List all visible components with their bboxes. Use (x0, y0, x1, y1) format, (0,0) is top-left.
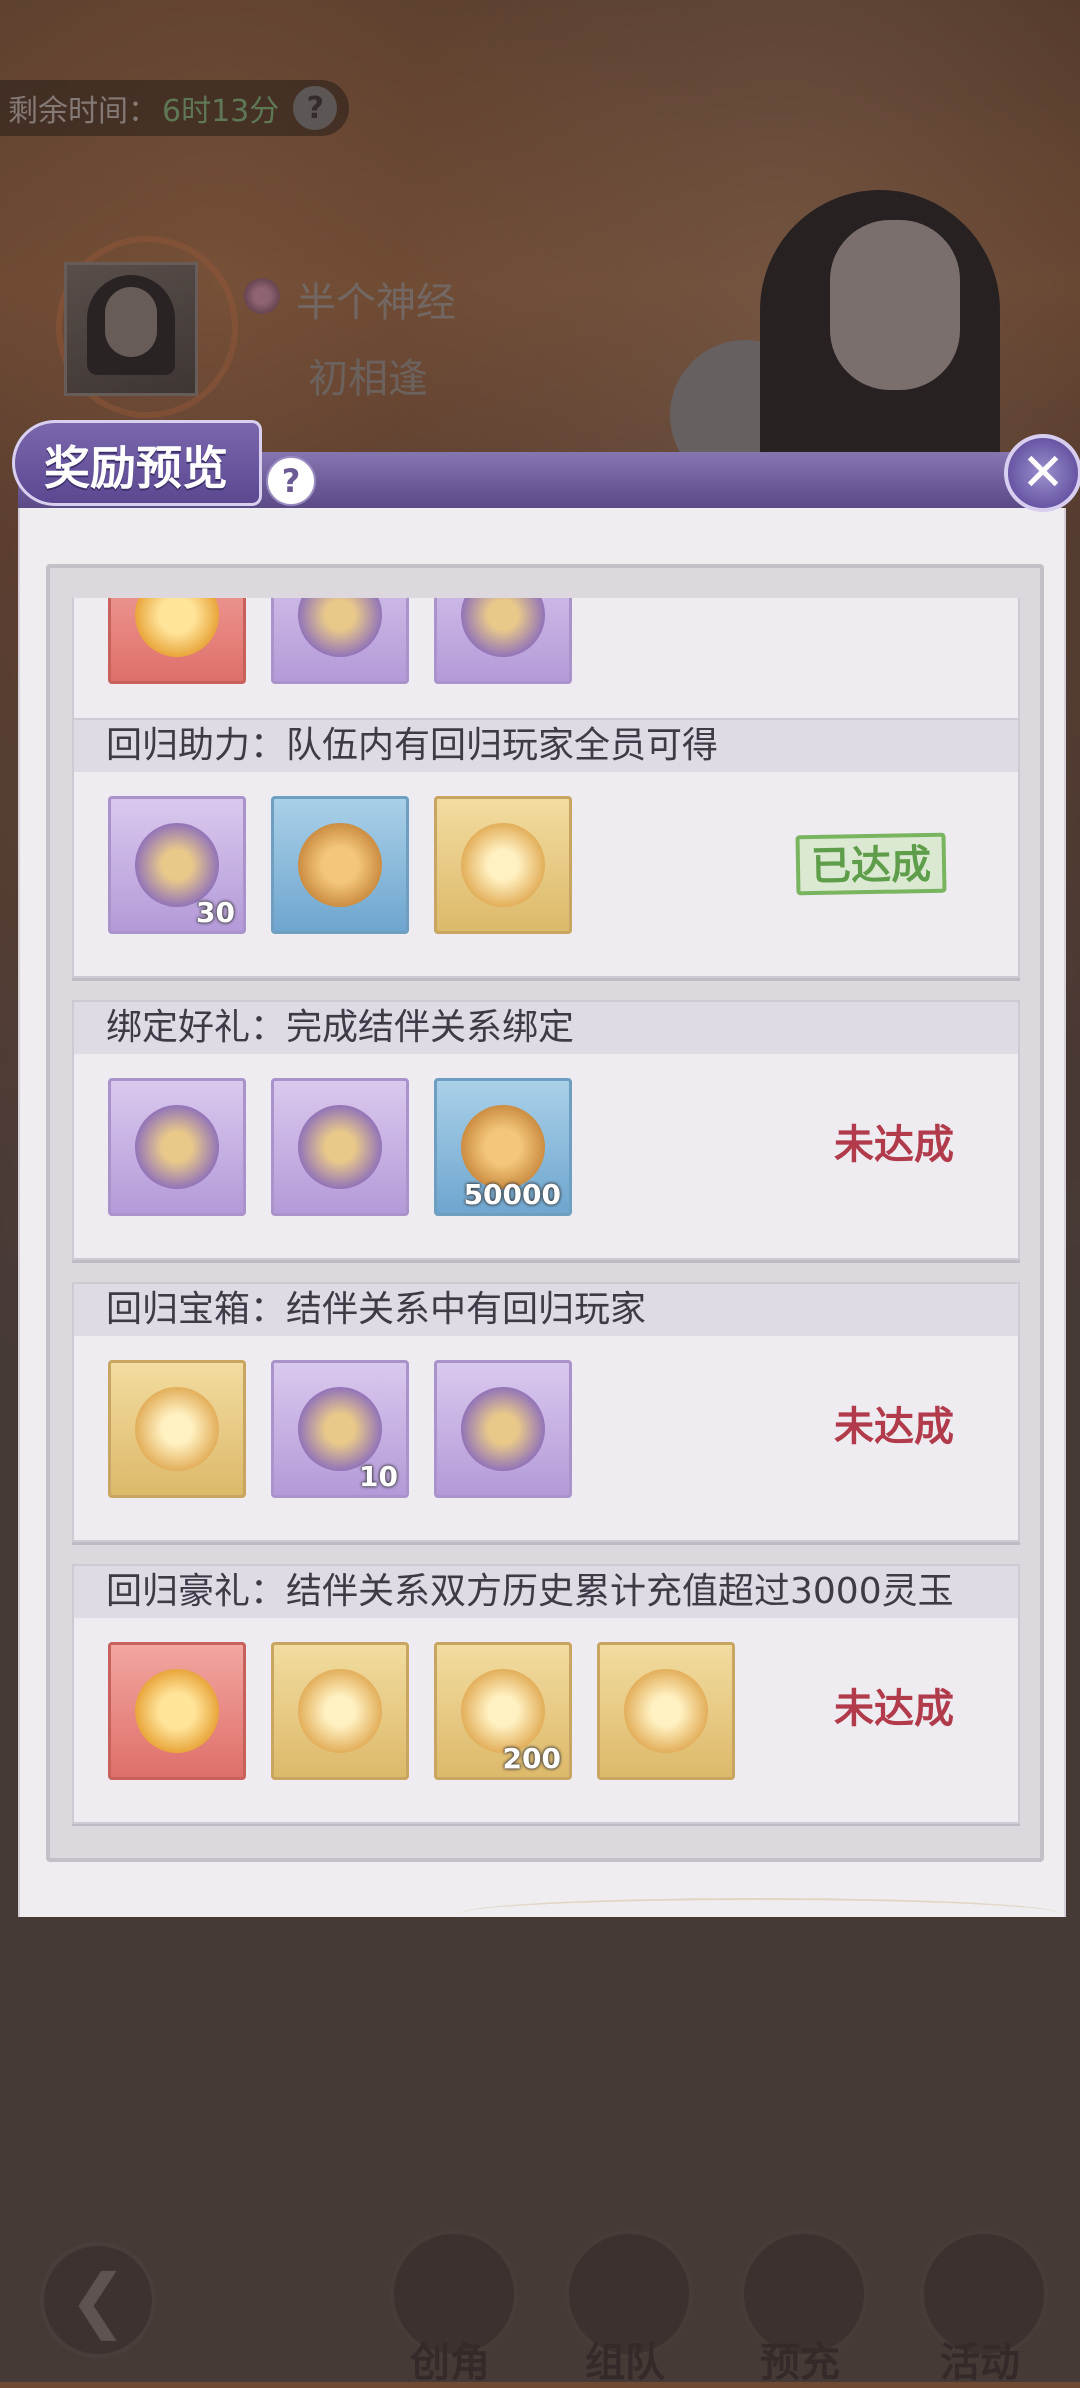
close-button[interactable]: ✕ (1004, 434, 1080, 512)
reward-item[interactable] (434, 796, 572, 934)
reward-item[interactable]: 10 (271, 1360, 409, 1498)
status-unachieved: 未达成 (834, 1122, 954, 1168)
reward-item[interactable] (108, 1360, 246, 1498)
pet-gift-box-icon (135, 1387, 219, 1471)
dialog-body: 未达成回归助力：队伍内有回归玩家全员可得30已达成绑定好礼：完成结伴关系绑定50… (18, 508, 1066, 1917)
reward-condition-title: 回归宝箱：结伴关系中有回归玩家 (74, 1284, 1018, 1336)
dialog-title: 奖励预览 (44, 441, 228, 495)
reward-item[interactable] (597, 1642, 735, 1780)
fire-scroll-icon (298, 1669, 382, 1753)
reward-item[interactable] (271, 1078, 409, 1216)
reward-card: 回归宝箱：结伴关系中有回归玩家 10 未达成 (72, 1282, 1020, 1542)
reward-item[interactable] (271, 1642, 409, 1780)
reward-card: 回归助力：队伍内有回归玩家全员可得 30 已达成 (72, 718, 1020, 978)
reward-item[interactable] (108, 598, 246, 684)
item-quantity: 50000 (463, 1178, 561, 1211)
pet-gift-box-icon (461, 823, 545, 907)
decor-line (460, 1898, 1060, 1930)
status-unachieved: 未达成 (834, 1404, 954, 1450)
item-quantity: 10 (359, 1460, 398, 1493)
gold-ingot-bag-icon (461, 598, 545, 657)
reward-item[interactable] (108, 1642, 246, 1780)
reward-condition-title: 绑定好礼：完成结伴关系绑定 (74, 1002, 1018, 1054)
gold-medal-icon (135, 598, 219, 657)
potion-bottle-icon (135, 823, 219, 907)
gold-chest-icon (624, 1669, 708, 1753)
reward-card: 回归豪礼：结伴关系双方历史累计充值超过3000灵玉 200 未达成 (72, 1564, 1020, 1824)
jade-dragon-icon (461, 1669, 545, 1753)
gem-bag-icon (298, 823, 382, 907)
reward-list-frame: 未达成回归助力：队伍内有回归玩家全员可得30已达成绑定好礼：完成结伴关系绑定50… (46, 564, 1044, 1862)
reward-list[interactable]: 未达成回归助力：队伍内有回归玩家全员可得30已达成绑定好礼：完成结伴关系绑定50… (50, 598, 1040, 1826)
reward-card: 绑定好礼：完成结伴关系绑定 50000 未达成 (72, 1000, 1020, 1260)
gold-ingot-bag-icon (461, 1387, 545, 1471)
reward-item[interactable]: 200 (434, 1642, 572, 1780)
treasure-chest-icon (298, 598, 382, 657)
reward-item[interactable] (271, 796, 409, 934)
achieved-stamp: 已达成 (795, 832, 947, 896)
status-unachieved: 未达成 (834, 1686, 954, 1732)
book-icon (135, 1105, 219, 1189)
item-quantity: 200 (502, 1742, 561, 1775)
reward-preview-dialog: 未达成回归助力：队伍内有回归玩家全员可得30已达成绑定好礼：完成结伴关系绑定50… (12, 420, 1080, 1917)
reward-item[interactable] (434, 598, 572, 684)
potion-bottle-icon (298, 1387, 382, 1471)
copper-coin-icon (461, 1105, 545, 1189)
reward-card: 未达成 (72, 598, 1020, 728)
reward-item[interactable]: 50000 (434, 1078, 572, 1216)
reward-condition-title: 回归助力：队伍内有回归玩家全员可得 (74, 720, 1018, 772)
phoenix-feather-icon (135, 1669, 219, 1753)
reward-item[interactable] (434, 1360, 572, 1498)
green-scroll-icon (298, 1105, 382, 1189)
reward-item[interactable] (271, 598, 409, 684)
help-icon[interactable]: ? (266, 456, 316, 506)
reward-item[interactable] (108, 1078, 246, 1216)
item-quantity: 30 (196, 896, 235, 929)
reward-condition-title: 回归豪礼：结伴关系双方历史累计充值超过3000灵玉 (74, 1566, 1018, 1618)
reward-item[interactable]: 30 (108, 796, 246, 934)
